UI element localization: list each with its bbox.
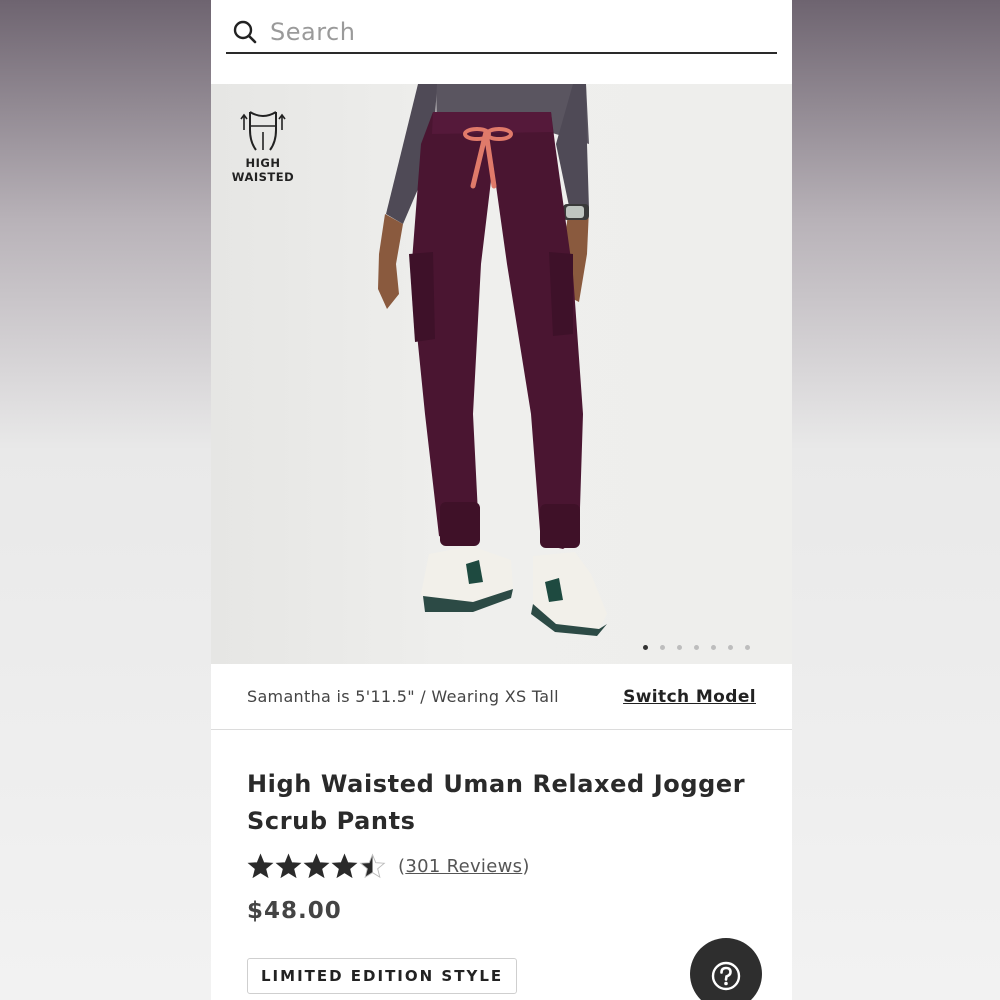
carousel-dot[interactable]: [694, 645, 699, 650]
star-icon: [275, 853, 302, 879]
carousel-dots: [643, 645, 750, 650]
star-icon: [359, 853, 386, 879]
high-waisted-badge: HIGH WAISTED: [231, 108, 295, 184]
carousel-dot[interactable]: [660, 645, 665, 650]
search-input[interactable]: Search: [270, 18, 355, 46]
carousel-dot[interactable]: [745, 645, 750, 650]
product-price: $48.00: [247, 898, 342, 924]
rating-stars: [247, 853, 386, 880]
help-button[interactable]: [690, 938, 762, 1000]
star-icon: [331, 853, 358, 879]
search-icon[interactable]: [232, 19, 258, 45]
reviews-close-paren: ): [522, 856, 530, 877]
model-photo: [378, 84, 607, 636]
switch-model-link[interactable]: Switch Model: [623, 687, 756, 707]
product-title: High Waisted Uman Relaxed Jogger Scrub P…: [247, 770, 746, 835]
right-background: [792, 0, 1000, 1000]
model-info-row: Samantha is 5'11.5" / Wearing XS Tall Sw…: [211, 664, 792, 730]
carousel-dot[interactable]: [643, 645, 648, 650]
limited-edition-tag: LIMITED EDITION STYLE: [247, 958, 518, 994]
reviews-link[interactable]: (301 Reviews): [398, 856, 530, 877]
search-bar[interactable]: Search: [226, 12, 777, 54]
product-page: Search HIGH WAISTED Samantha is 5'11.5" …: [211, 0, 792, 1000]
star-icon: [247, 853, 274, 879]
model-info: Samantha is 5'11.5" / Wearing XS Tall: [247, 687, 559, 706]
carousel-dot[interactable]: [728, 645, 733, 650]
help-icon: [711, 961, 741, 991]
carousel-dot[interactable]: [711, 645, 716, 650]
badge-label-2: WAISTED: [231, 170, 295, 184]
badge-label-1: HIGH: [245, 156, 281, 170]
left-background: [0, 0, 211, 1000]
carousel-dot[interactable]: [677, 645, 682, 650]
star-icon: [303, 853, 330, 879]
product-image[interactable]: HIGH WAISTED: [211, 84, 792, 664]
product-rating[interactable]: (301 Reviews): [247, 853, 530, 880]
high-waist-icon: [240, 111, 286, 151]
reviews-count[interactable]: 301 Reviews: [405, 856, 522, 877]
